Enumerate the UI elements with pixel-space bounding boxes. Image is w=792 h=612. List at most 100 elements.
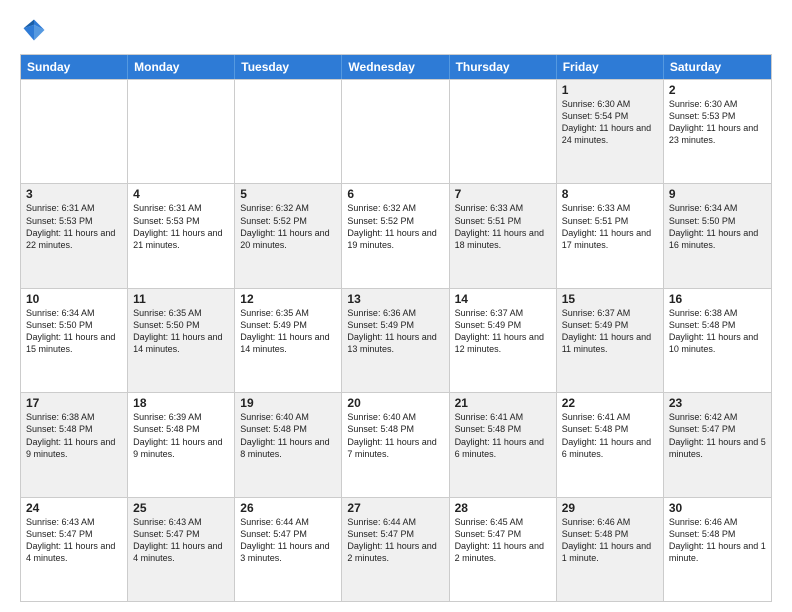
cell-info: Sunrise: 6:30 AM Sunset: 5:54 PM Dayligh…	[562, 98, 658, 147]
calendar-cell: 11Sunrise: 6:35 AM Sunset: 5:50 PM Dayli…	[128, 289, 235, 392]
calendar-cell: 8Sunrise: 6:33 AM Sunset: 5:51 PM Daylig…	[557, 184, 664, 287]
calendar-cell: 15Sunrise: 6:37 AM Sunset: 5:49 PM Dayli…	[557, 289, 664, 392]
day-number: 9	[669, 187, 766, 201]
day-number: 28	[455, 501, 551, 515]
calendar-row-0: 1Sunrise: 6:30 AM Sunset: 5:54 PM Daylig…	[21, 79, 771, 183]
day-number: 1	[562, 83, 658, 97]
day-number: 7	[455, 187, 551, 201]
cell-info: Sunrise: 6:35 AM Sunset: 5:49 PM Dayligh…	[240, 307, 336, 356]
cell-info: Sunrise: 6:41 AM Sunset: 5:48 PM Dayligh…	[455, 411, 551, 460]
calendar-row-3: 17Sunrise: 6:38 AM Sunset: 5:48 PM Dayli…	[21, 392, 771, 496]
calendar: SundayMondayTuesdayWednesdayThursdayFrid…	[20, 54, 772, 602]
cell-info: Sunrise: 6:39 AM Sunset: 5:48 PM Dayligh…	[133, 411, 229, 460]
calendar-cell: 17Sunrise: 6:38 AM Sunset: 5:48 PM Dayli…	[21, 393, 128, 496]
calendar-cell: 29Sunrise: 6:46 AM Sunset: 5:48 PM Dayli…	[557, 498, 664, 601]
calendar-cell	[128, 80, 235, 183]
day-number: 15	[562, 292, 658, 306]
cell-info: Sunrise: 6:37 AM Sunset: 5:49 PM Dayligh…	[455, 307, 551, 356]
day-number: 27	[347, 501, 443, 515]
cell-info: Sunrise: 6:43 AM Sunset: 5:47 PM Dayligh…	[26, 516, 122, 565]
cell-info: Sunrise: 6:38 AM Sunset: 5:48 PM Dayligh…	[669, 307, 766, 356]
day-number: 26	[240, 501, 336, 515]
calendar-cell: 10Sunrise: 6:34 AM Sunset: 5:50 PM Dayli…	[21, 289, 128, 392]
calendar-cell: 3Sunrise: 6:31 AM Sunset: 5:53 PM Daylig…	[21, 184, 128, 287]
calendar-cell: 1Sunrise: 6:30 AM Sunset: 5:54 PM Daylig…	[557, 80, 664, 183]
calendar-cell: 6Sunrise: 6:32 AM Sunset: 5:52 PM Daylig…	[342, 184, 449, 287]
calendar-cell: 13Sunrise: 6:36 AM Sunset: 5:49 PM Dayli…	[342, 289, 449, 392]
day-number: 22	[562, 396, 658, 410]
cell-info: Sunrise: 6:40 AM Sunset: 5:48 PM Dayligh…	[240, 411, 336, 460]
cell-info: Sunrise: 6:31 AM Sunset: 5:53 PM Dayligh…	[26, 202, 122, 251]
calendar-cell: 12Sunrise: 6:35 AM Sunset: 5:49 PM Dayli…	[235, 289, 342, 392]
day-number: 2	[669, 83, 766, 97]
day-number: 30	[669, 501, 766, 515]
calendar-cell: 27Sunrise: 6:44 AM Sunset: 5:47 PM Dayli…	[342, 498, 449, 601]
logo	[20, 16, 52, 44]
cell-info: Sunrise: 6:35 AM Sunset: 5:50 PM Dayligh…	[133, 307, 229, 356]
calendar-row-2: 10Sunrise: 6:34 AM Sunset: 5:50 PM Dayli…	[21, 288, 771, 392]
page: SundayMondayTuesdayWednesdayThursdayFrid…	[0, 0, 792, 612]
cell-info: Sunrise: 6:32 AM Sunset: 5:52 PM Dayligh…	[347, 202, 443, 251]
calendar-body: 1Sunrise: 6:30 AM Sunset: 5:54 PM Daylig…	[21, 79, 771, 601]
calendar-cell	[235, 80, 342, 183]
day-number: 17	[26, 396, 122, 410]
calendar-cell: 9Sunrise: 6:34 AM Sunset: 5:50 PM Daylig…	[664, 184, 771, 287]
calendar-cell	[21, 80, 128, 183]
day-number: 4	[133, 187, 229, 201]
day-number: 10	[26, 292, 122, 306]
day-number: 29	[562, 501, 658, 515]
weekday-header-thursday: Thursday	[450, 55, 557, 79]
calendar-cell: 2Sunrise: 6:30 AM Sunset: 5:53 PM Daylig…	[664, 80, 771, 183]
weekday-header-sunday: Sunday	[21, 55, 128, 79]
cell-info: Sunrise: 6:33 AM Sunset: 5:51 PM Dayligh…	[562, 202, 658, 251]
calendar-cell	[342, 80, 449, 183]
cell-info: Sunrise: 6:45 AM Sunset: 5:47 PM Dayligh…	[455, 516, 551, 565]
calendar-cell: 14Sunrise: 6:37 AM Sunset: 5:49 PM Dayli…	[450, 289, 557, 392]
cell-info: Sunrise: 6:42 AM Sunset: 5:47 PM Dayligh…	[669, 411, 766, 460]
cell-info: Sunrise: 6:33 AM Sunset: 5:51 PM Dayligh…	[455, 202, 551, 251]
day-number: 8	[562, 187, 658, 201]
day-number: 11	[133, 292, 229, 306]
cell-info: Sunrise: 6:40 AM Sunset: 5:48 PM Dayligh…	[347, 411, 443, 460]
weekday-header-monday: Monday	[128, 55, 235, 79]
cell-info: Sunrise: 6:44 AM Sunset: 5:47 PM Dayligh…	[347, 516, 443, 565]
calendar-row-4: 24Sunrise: 6:43 AM Sunset: 5:47 PM Dayli…	[21, 497, 771, 601]
cell-info: Sunrise: 6:36 AM Sunset: 5:49 PM Dayligh…	[347, 307, 443, 356]
cell-info: Sunrise: 6:34 AM Sunset: 5:50 PM Dayligh…	[26, 307, 122, 356]
calendar-row-1: 3Sunrise: 6:31 AM Sunset: 5:53 PM Daylig…	[21, 183, 771, 287]
day-number: 6	[347, 187, 443, 201]
cell-info: Sunrise: 6:30 AM Sunset: 5:53 PM Dayligh…	[669, 98, 766, 147]
calendar-cell: 18Sunrise: 6:39 AM Sunset: 5:48 PM Dayli…	[128, 393, 235, 496]
day-number: 5	[240, 187, 336, 201]
cell-info: Sunrise: 6:44 AM Sunset: 5:47 PM Dayligh…	[240, 516, 336, 565]
calendar-cell: 23Sunrise: 6:42 AM Sunset: 5:47 PM Dayli…	[664, 393, 771, 496]
day-number: 24	[26, 501, 122, 515]
day-number: 3	[26, 187, 122, 201]
weekday-header-tuesday: Tuesday	[235, 55, 342, 79]
cell-info: Sunrise: 6:32 AM Sunset: 5:52 PM Dayligh…	[240, 202, 336, 251]
calendar-cell: 5Sunrise: 6:32 AM Sunset: 5:52 PM Daylig…	[235, 184, 342, 287]
day-number: 25	[133, 501, 229, 515]
cell-info: Sunrise: 6:38 AM Sunset: 5:48 PM Dayligh…	[26, 411, 122, 460]
calendar-cell: 28Sunrise: 6:45 AM Sunset: 5:47 PM Dayli…	[450, 498, 557, 601]
day-number: 23	[669, 396, 766, 410]
weekday-header-wednesday: Wednesday	[342, 55, 449, 79]
calendar-cell: 26Sunrise: 6:44 AM Sunset: 5:47 PM Dayli…	[235, 498, 342, 601]
calendar-header: SundayMondayTuesdayWednesdayThursdayFrid…	[21, 55, 771, 79]
logo-icon	[20, 16, 48, 44]
calendar-cell: 7Sunrise: 6:33 AM Sunset: 5:51 PM Daylig…	[450, 184, 557, 287]
day-number: 21	[455, 396, 551, 410]
day-number: 12	[240, 292, 336, 306]
day-number: 19	[240, 396, 336, 410]
cell-info: Sunrise: 6:41 AM Sunset: 5:48 PM Dayligh…	[562, 411, 658, 460]
cell-info: Sunrise: 6:46 AM Sunset: 5:48 PM Dayligh…	[562, 516, 658, 565]
calendar-cell	[450, 80, 557, 183]
weekday-header-friday: Friday	[557, 55, 664, 79]
cell-info: Sunrise: 6:37 AM Sunset: 5:49 PM Dayligh…	[562, 307, 658, 356]
calendar-cell: 19Sunrise: 6:40 AM Sunset: 5:48 PM Dayli…	[235, 393, 342, 496]
weekday-header-saturday: Saturday	[664, 55, 771, 79]
day-number: 16	[669, 292, 766, 306]
calendar-cell: 16Sunrise: 6:38 AM Sunset: 5:48 PM Dayli…	[664, 289, 771, 392]
day-number: 18	[133, 396, 229, 410]
calendar-cell: 4Sunrise: 6:31 AM Sunset: 5:53 PM Daylig…	[128, 184, 235, 287]
